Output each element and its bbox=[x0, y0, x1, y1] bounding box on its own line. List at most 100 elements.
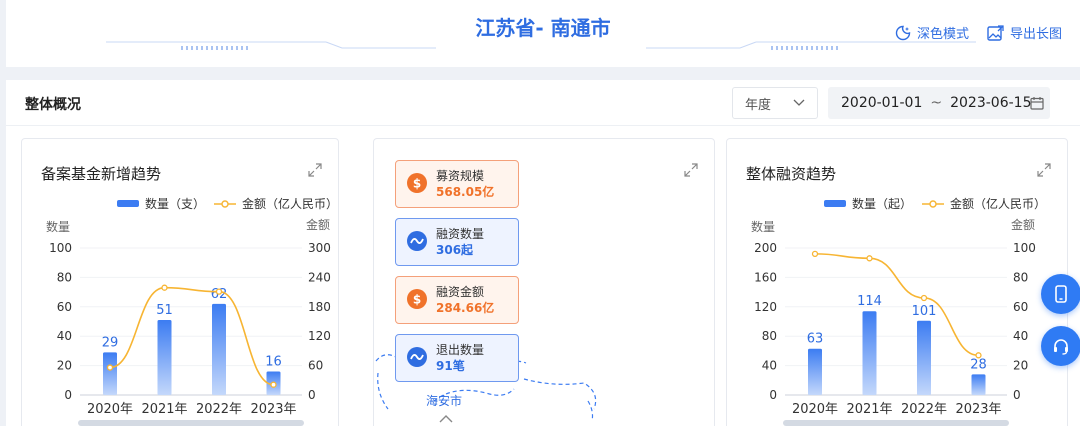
line-point bbox=[811, 250, 819, 258]
date-separator: ~ bbox=[930, 95, 943, 111]
financing-trend-card: 整体融资趋势 数量（起） 金额（亿人民币） 数量 金额 200 100 160 80 120 60… bbox=[726, 138, 1068, 426]
metric-card[interactable]: 退出数量 91笔 bbox=[395, 334, 519, 382]
left-tick-label: 40 bbox=[762, 359, 777, 373]
right-tick-label: 20 bbox=[1013, 359, 1028, 373]
legend-bar-swatch bbox=[824, 200, 846, 207]
phone-icon bbox=[1055, 285, 1067, 303]
financing-trend-chart: 数量（起） 金额（亿人民币）数量 金额200 100160 80120 6080 4040 2… bbox=[751, 196, 1046, 426]
metric-label: 募资规模 bbox=[436, 169, 485, 183]
right-tick-label: 80 bbox=[1013, 270, 1028, 284]
chart-scrollbar bbox=[78, 420, 304, 426]
dark-mode-label: 深色模式 bbox=[916, 27, 969, 42]
line-point bbox=[975, 352, 982, 359]
date-range-picker[interactable]: 2020-01-01 ~ 2023-06-15 bbox=[828, 87, 1050, 119]
left-tick-label: 0 bbox=[769, 388, 777, 402]
right-tick-label: 60 bbox=[308, 359, 323, 373]
left-tick-label: 200 bbox=[754, 241, 777, 255]
metric-label: 融资金额 bbox=[436, 285, 485, 299]
bar-value-label: 29 bbox=[102, 335, 119, 350]
bar bbox=[103, 352, 117, 395]
bar bbox=[212, 303, 226, 395]
x-tick-label: 2022年 bbox=[901, 402, 947, 417]
right-axis-title: 金额 bbox=[1011, 217, 1035, 232]
metric-card[interactable]: $ 募资规模 568.05亿 bbox=[395, 160, 519, 208]
left-tick-label: 100 bbox=[49, 241, 72, 255]
dollar-icon: $ bbox=[407, 289, 427, 309]
export-long-image-button[interactable]: 导出长图 bbox=[987, 23, 1062, 42]
dark-mode-button[interactable]: 深色模式 bbox=[895, 23, 969, 42]
x-tick-label: 2023年 bbox=[955, 402, 1001, 417]
legend-label: 金额（亿人民币） bbox=[950, 196, 1046, 211]
section-title: 整体概况 bbox=[25, 97, 81, 113]
period-select[interactable]: 年度 bbox=[732, 87, 818, 119]
metric-value: 284.66亿 bbox=[436, 301, 495, 315]
right-tick-label: 0 bbox=[308, 388, 316, 402]
export-label: 导出长图 bbox=[1009, 27, 1062, 42]
left-tick-label: 20 bbox=[57, 359, 72, 373]
metric-label: 融资数量 bbox=[436, 227, 485, 241]
left-tick-label: 0 bbox=[64, 388, 72, 402]
chart-icon bbox=[407, 231, 427, 251]
top-header: 江苏省- 南通市 深色模式 导出长图 bbox=[6, 0, 1080, 67]
bar-value-label: 28 bbox=[970, 357, 987, 372]
left-tick-label: 120 bbox=[754, 300, 777, 314]
left-tick-label: 80 bbox=[57, 270, 72, 284]
legend-label: 金额（亿人民币） bbox=[242, 196, 338, 211]
moon-icon bbox=[895, 25, 911, 40]
dollar-icon: $ bbox=[407, 173, 427, 193]
line-point bbox=[161, 284, 168, 291]
metrics-map-card: 海安市 $ 募资规模 568.05亿 融资数量 306起 $ 融资金额 284.66亿 退出数量… bbox=[373, 138, 715, 426]
right-tick-label: 300 bbox=[308, 241, 331, 255]
line-point bbox=[920, 294, 928, 302]
bar-value-label: 51 bbox=[156, 303, 173, 318]
metric-card[interactable]: $ 融资金额 284.66亿 bbox=[395, 276, 519, 324]
right-tick-label: 120 bbox=[308, 329, 331, 343]
headset-icon bbox=[1054, 339, 1068, 355]
left-axis-title: 数量 bbox=[46, 219, 70, 234]
chevron-down-icon bbox=[793, 99, 805, 106]
x-tick-label: 2020年 bbox=[792, 402, 838, 417]
right-tick-label: 40 bbox=[1013, 329, 1028, 343]
bar-value-label: 16 bbox=[265, 354, 282, 369]
bar-value-label: 114 bbox=[857, 294, 882, 309]
left-tick-label: 160 bbox=[754, 270, 777, 284]
amount-line bbox=[814, 253, 979, 357]
svg-text:$: $ bbox=[413, 177, 421, 191]
image-export-icon bbox=[987, 24, 1004, 41]
right-tick-label: 0 bbox=[1013, 388, 1021, 402]
right-tick-label: 100 bbox=[1013, 241, 1036, 255]
date-start[interactable]: 2020-01-01 bbox=[841, 95, 922, 111]
left-axis-title: 数量 bbox=[751, 219, 775, 234]
metric-label: 退出数量 bbox=[436, 343, 485, 357]
line-point bbox=[106, 364, 114, 371]
period-select-value: 年度 bbox=[745, 97, 772, 113]
bar-value-label: 63 bbox=[807, 332, 824, 347]
line-point bbox=[215, 288, 223, 295]
metric-value: 91笔 bbox=[436, 359, 465, 373]
overview-bar: 整体概况 年度 2020-01-01 ~ 2023-06-15 bbox=[6, 80, 1080, 126]
customer-service-button[interactable] bbox=[1041, 326, 1080, 366]
right-tick-label: 60 bbox=[1013, 300, 1028, 314]
metric-value: 306起 bbox=[436, 243, 474, 257]
x-tick-label: 2023年 bbox=[250, 402, 296, 417]
legend-label: 数量（支） bbox=[145, 196, 205, 211]
legend-label: 数量（起） bbox=[852, 196, 912, 211]
svg-text:$: $ bbox=[413, 293, 421, 307]
mobile-view-button[interactable] bbox=[1041, 274, 1080, 314]
map-region-label[interactable]: 海安市 bbox=[426, 393, 462, 408]
bar bbox=[157, 320, 172, 395]
left-tick-label: 80 bbox=[762, 329, 777, 343]
right-axis-title: 金额 bbox=[306, 217, 330, 232]
legend-line-marker bbox=[221, 200, 229, 208]
date-end[interactable]: 2023-06-15 bbox=[950, 95, 1031, 111]
metric-card[interactable]: 融资数量 306起 bbox=[395, 218, 519, 266]
x-tick-label: 2021年 bbox=[141, 402, 187, 417]
chart-scrollbar bbox=[783, 420, 1009, 426]
fund-trend-chart: 数量（支） 金额（亿人民币） 数量 金额 100 300 80 240 60 180 40 120 20… bbox=[46, 196, 338, 426]
legend-bar-swatch bbox=[117, 200, 139, 207]
calendar-icon bbox=[1030, 97, 1044, 110]
x-tick-label: 2020年 bbox=[87, 402, 133, 417]
metric-value: 568.05亿 bbox=[436, 185, 495, 199]
bar bbox=[971, 374, 986, 395]
bar bbox=[808, 348, 822, 395]
